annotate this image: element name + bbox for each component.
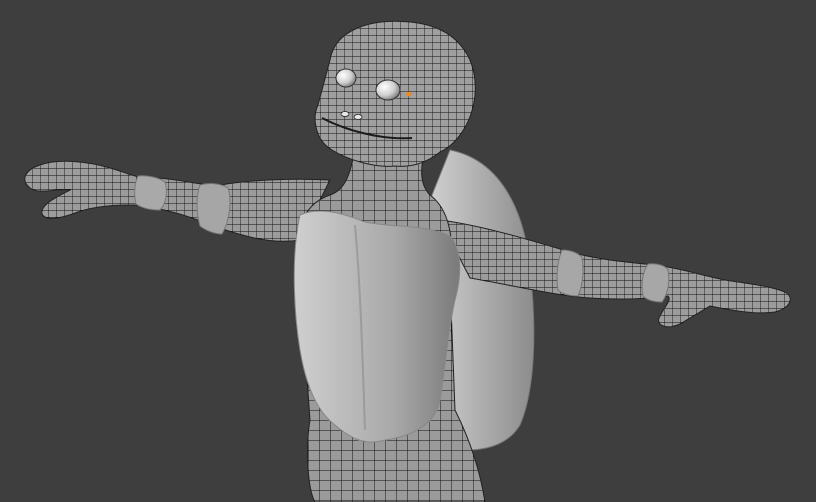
3d-viewport[interactable]	[0, 0, 816, 502]
front-shell[interactable]	[293, 210, 461, 443]
left-arm[interactable]	[24, 160, 331, 242]
eye-left[interactable]	[335, 68, 357, 88]
eye-right[interactable]	[375, 79, 401, 101]
nostril-right	[353, 114, 363, 120]
viewport-canvas[interactable]	[0, 0, 816, 502]
selected-vertex[interactable]	[406, 91, 412, 97]
nostril-left	[340, 111, 350, 117]
